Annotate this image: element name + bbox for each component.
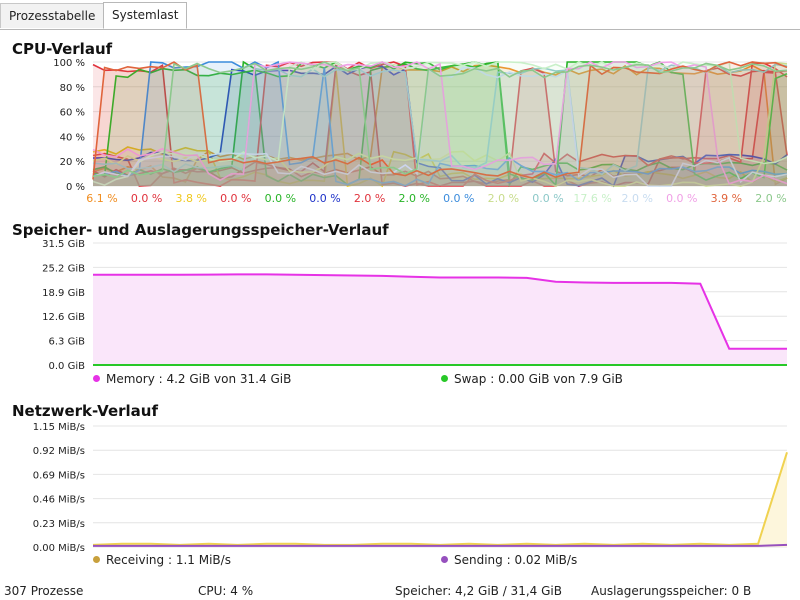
cpu-core-value: 2.0 % [353,192,386,205]
sending-legend-dot [441,556,448,563]
memory-axis-tick-label: 12.6 GiB [42,312,85,323]
cpu-core-value: 0.0 % [443,192,475,205]
swap-legend-label: Swap : 0.00 GiB von 7.9 GiB [454,372,623,386]
cpu-core-value: 0.0 % [666,192,698,205]
cpu-core-value: 2.0 % [621,192,653,205]
network-history-title: Netzwerk-Verlauf [12,402,158,420]
cpu-core-value: 3.8 % [175,192,207,205]
receiving-series-area [93,452,787,547]
receiving-legend: Receiving : 1.1 MiB/s [93,553,231,567]
cpu-core-value: 0.0 % [130,192,163,205]
receiving-legend-label: Receiving : 1.1 MiB/s [106,553,231,567]
cpu-core-value: 0.0 % [220,192,252,205]
memory-legend-dot [93,375,100,382]
cpu-axis-tick-label: 100 % [53,58,85,69]
cpu-axis-tick-label: 40 % [60,132,85,143]
network-axis-tick-label: 1.15 MiB/s [33,422,85,433]
memory-legend-label: Memory : 4.2 GiB von 31.4 GiB [106,372,292,386]
cpu-axis-tick-label: 60 % [60,108,85,119]
cpu-core-value: 17.6 % [573,192,612,205]
swap-legend-dot [441,375,448,382]
memory-axis-tick-label: 6.3 GiB [49,337,86,348]
memory-axis-tick-label: 31.5 GiB [42,239,85,250]
network-axis-tick-label: 0.92 MiB/s [33,446,85,457]
cpu-core-value: 2.0 % [398,192,430,205]
swap-legend: Swap : 0.00 GiB von 7.9 GiB [441,372,623,386]
memory-axis-tick-label: 25.2 GiB [42,263,85,274]
memory-series-area [93,274,787,365]
cpu-core-value: 0.0 % [532,192,564,205]
status-processes: 307 Prozesse [4,584,84,598]
network-axis-tick-label: 0.69 MiB/s [33,470,85,481]
sending-series-line [93,543,788,547]
network-axis-tick-label: 0.00 MiB/s [33,543,85,554]
memory-history-chart: 31.5 GiB 25.2 GiB 18.9 GiB 12.6 GiB 6.3 GiB 0… [42,239,787,372]
status-cpu: CPU: 4 % [198,584,254,598]
cpu-core-value: 6.1 % [86,192,118,205]
network-axis-tick-label: 0.23 MiB/s [33,519,85,530]
memory-axis-tick-label: 0.0 GiB [49,361,86,372]
receiving-legend-dot [93,556,100,563]
charts-canvas: 100 %80 %60 %40 %20 %0 % 31.5 GiB25.2 Gi… [33,58,788,554]
cpu-core-value: 0.0 % [264,192,297,205]
cpu-core-area [93,62,787,186]
status-memory: Speicher: 4,2 GiB / 31,4 GiB [395,584,562,598]
cpu-history-chart: 100 %80 %60 %40 %20 %0 % [53,58,788,193]
cpu-axis-tick-label: 20 % [60,157,85,168]
cpu-core-value: 0.0 % [309,192,341,205]
sending-legend: Sending : 0.02 MiB/s [441,553,577,567]
cpu-core-value: 2.0 % [487,192,520,205]
network-history-chart: 1.15 MiB/s 0.92 MiB/s 0.69 MiB/s 0.46 MiB/s… [33,422,788,554]
cpu-axis-tick-label: 80 % [60,83,85,94]
sending-legend-label: Sending : 0.02 MiB/s [454,553,578,567]
memory-axis-tick-label: 18.9 GiB [42,288,85,299]
memory-legend: Memory : 4.2 GiB von 31.4 GiB [93,372,291,386]
cpu-core-value: 3.9 % [710,192,743,205]
memory-history-title: Speicher- und Auslagerungsspeicher-Verla… [12,221,389,239]
network-axis-tick-label: 0.46 MiB/s [33,495,85,506]
cpu-core-value: 2.0 % [755,192,787,205]
status-swap: Auslagerungsspeicher: 0 B [591,584,752,598]
